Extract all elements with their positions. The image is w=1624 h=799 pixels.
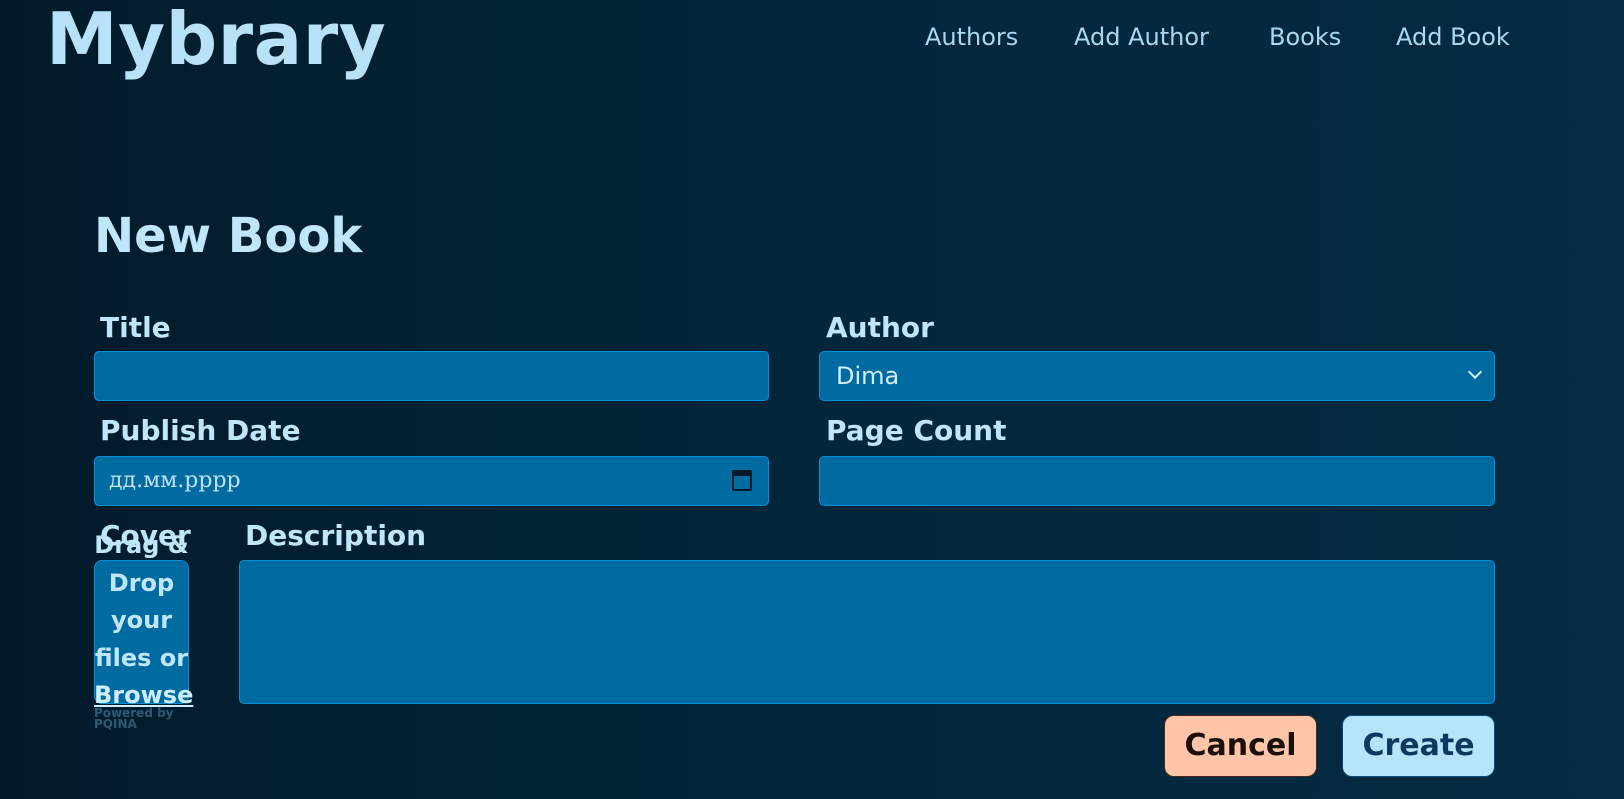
publish-date-field[interactable]: дд.мм.рррр xyxy=(94,456,769,506)
create-button[interactable]: Create xyxy=(1342,715,1495,777)
description-textarea[interactable] xyxy=(239,560,1495,704)
author-label: Author xyxy=(826,311,934,344)
page-title: New Book xyxy=(94,208,363,264)
title-field[interactable] xyxy=(94,351,769,401)
calendar-icon[interactable] xyxy=(732,470,752,491)
title-input[interactable] xyxy=(95,352,768,400)
title-label: Title xyxy=(100,311,171,344)
cover-drop-line: files or xyxy=(94,643,189,672)
page-count-input[interactable] xyxy=(820,457,1494,505)
nav-link-add-author[interactable]: Add Author xyxy=(1074,22,1209,52)
cover-drop-line: Drop xyxy=(108,568,175,597)
cover-drop-line: Drag & xyxy=(94,531,189,559)
nav-link-authors[interactable]: Authors xyxy=(925,22,1018,52)
author-select[interactable]: Dima xyxy=(819,351,1495,401)
publish-date-label: Publish Date xyxy=(100,414,301,447)
powered-by-brand: PQINA xyxy=(94,717,137,731)
cover-drop-line: your xyxy=(110,606,173,634)
cover-drop-text: Drag & Drop your files or Browse xyxy=(94,527,193,715)
app-logo[interactable]: Mybrary xyxy=(46,0,386,82)
description-label: Description xyxy=(245,519,427,552)
nav-link-add-book[interactable]: Add Book xyxy=(1396,22,1510,52)
page-count-field[interactable] xyxy=(819,456,1495,506)
author-selected-value: Dima xyxy=(836,362,900,390)
cancel-button[interactable]: Cancel xyxy=(1164,715,1317,777)
publish-date-placeholder: дд.мм.рррр xyxy=(109,468,241,493)
nav-link-books[interactable]: Books xyxy=(1269,22,1341,52)
powered-by-credit[interactable]: Powered by PQINA xyxy=(94,707,174,731)
page-count-label: Page Count xyxy=(826,414,1007,447)
